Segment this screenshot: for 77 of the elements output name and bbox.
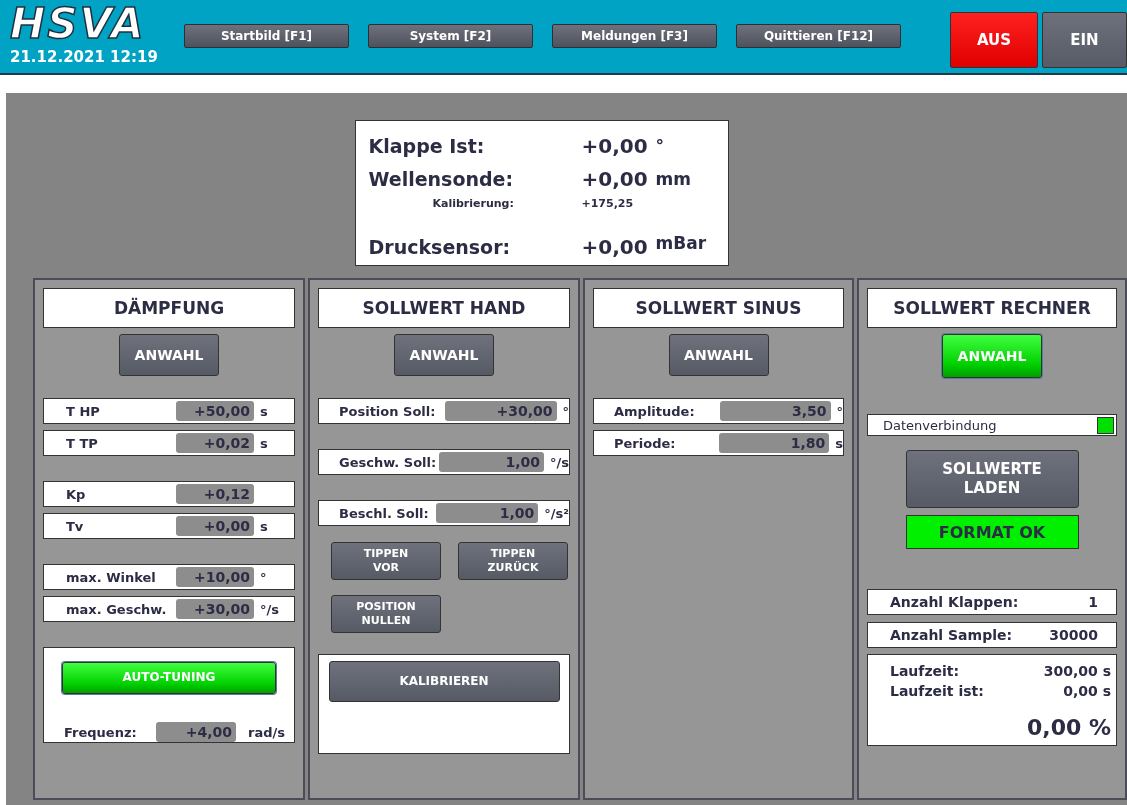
value-field[interactable]: +30,00 — [176, 599, 254, 619]
unit-label: °/s — [260, 601, 279, 617]
nav-button[interactable]: System [F2] — [368, 24, 533, 48]
unit-label: ° — [655, 135, 665, 158]
readout-value: +0,00 — [581, 133, 648, 160]
unit-label: mm — [655, 168, 692, 191]
parameter-label: T TP — [66, 435, 99, 451]
readout-value: +0,00 — [581, 166, 648, 193]
jog-button[interactable]: TIPPEN ZURÜCK — [458, 542, 568, 580]
parameter-label: Kp — [66, 486, 87, 502]
runtime-value: 300,00 s — [1043, 662, 1111, 681]
readout-label: Klappe Ist: — [368, 134, 486, 159]
select-button[interactable]: ANWAHL — [119, 334, 219, 376]
parameter-label: Amplitude: — [614, 403, 696, 419]
value-field[interactable]: 1,00 — [439, 452, 544, 472]
parameter-label: Geschw. Soll: — [339, 454, 438, 470]
jog-button[interactable]: TIPPEN VOR — [331, 542, 441, 580]
value-field[interactable]: +30,00 — [445, 401, 557, 421]
parameter-label: max. Geschw. — [66, 601, 168, 617]
format-status: FORMAT OK — [905, 515, 1079, 549]
power-button[interactable]: EIN — [1042, 12, 1127, 68]
load-button[interactable]: SOLLWERTE LADEN — [905, 450, 1079, 508]
panel-title: SOLLWERT RECHNER — [867, 288, 1117, 328]
unit-label: °/s² — [544, 505, 569, 521]
value-field[interactable]: +4,00 — [156, 722, 236, 742]
value-field[interactable]: 1,00 — [436, 503, 539, 523]
value-field[interactable]: +0,00 — [176, 516, 254, 536]
parameter-label: Tv — [66, 518, 85, 534]
unit-label: s — [835, 435, 843, 451]
parameter-label: Frequenz: — [64, 724, 138, 740]
readout-label: Kalibrierung: — [431, 197, 515, 212]
readout-label: Wellensonde: — [368, 167, 515, 192]
count-value: 30000 — [1049, 627, 1098, 643]
unit-label: ° — [836, 403, 843, 419]
readout-value: +0,00 — [581, 234, 648, 261]
nav-button[interactable]: Quittieren [F12] — [736, 24, 901, 48]
runtime-label: Laufzeit ist: — [890, 682, 984, 701]
value-field[interactable]: 3,50 — [719, 401, 831, 421]
nav-button[interactable]: Startbild [F1] — [184, 24, 349, 48]
panel-title: SOLLWERT HAND — [318, 288, 570, 328]
connection-label: Datenverbindung — [883, 417, 997, 433]
value-field[interactable]: +0,12 — [176, 484, 254, 504]
value-field[interactable]: +10,00 — [176, 567, 254, 587]
count-label: Anzahl Klappen: — [890, 594, 1019, 610]
unit-label: s — [260, 518, 268, 534]
parameter-label: Periode: — [614, 435, 677, 451]
unit-label: ° — [260, 569, 267, 585]
unit-label: mBar — [655, 232, 707, 255]
unit-label: rad/s — [248, 724, 285, 740]
readout-value: +175,25 — [581, 197, 635, 212]
unit-label: °/s — [550, 454, 569, 470]
count-label: Anzahl Sample: — [890, 627, 1013, 643]
select-button[interactable]: ANWAHL — [668, 334, 769, 376]
power-button[interactable]: AUS — [950, 12, 1038, 68]
parameter-label: T HP — [66, 403, 101, 419]
unit-label: s — [260, 403, 268, 419]
unit-label: s — [260, 435, 268, 451]
progress-percent: 0,00 % — [1027, 715, 1111, 740]
jog-button[interactable]: POSITION NULLEN — [331, 595, 441, 633]
unit-label: ° — [562, 403, 569, 419]
panel-title: SOLLWERT SINUS — [593, 288, 844, 328]
value-field[interactable]: +50,00 — [176, 401, 254, 421]
count-value: 1 — [1088, 594, 1098, 610]
logo: HSVA — [10, 4, 146, 44]
runtime-value: 0,00 s — [1063, 682, 1111, 701]
runtime-label: Laufzeit: — [890, 662, 960, 681]
parameter-label: Beschl. Soll: — [339, 505, 430, 521]
nav-button[interactable]: Meldungen [F3] — [552, 24, 717, 48]
value-field[interactable]: 1,80 — [719, 433, 830, 453]
panel-title: DÄMPFUNG — [43, 288, 295, 328]
value-field[interactable]: +0,02 — [176, 433, 254, 453]
parameter-label: max. Winkel — [66, 569, 157, 585]
date-time: 21.12.2021 12:19 — [10, 48, 158, 66]
readout-label: Drucksensor: — [368, 235, 512, 260]
calibrate-button[interactable]: KALIBRIEREN — [328, 661, 560, 702]
parameter-label: Position Soll: — [339, 403, 437, 419]
select-button[interactable]: ANWAHL — [394, 334, 494, 376]
